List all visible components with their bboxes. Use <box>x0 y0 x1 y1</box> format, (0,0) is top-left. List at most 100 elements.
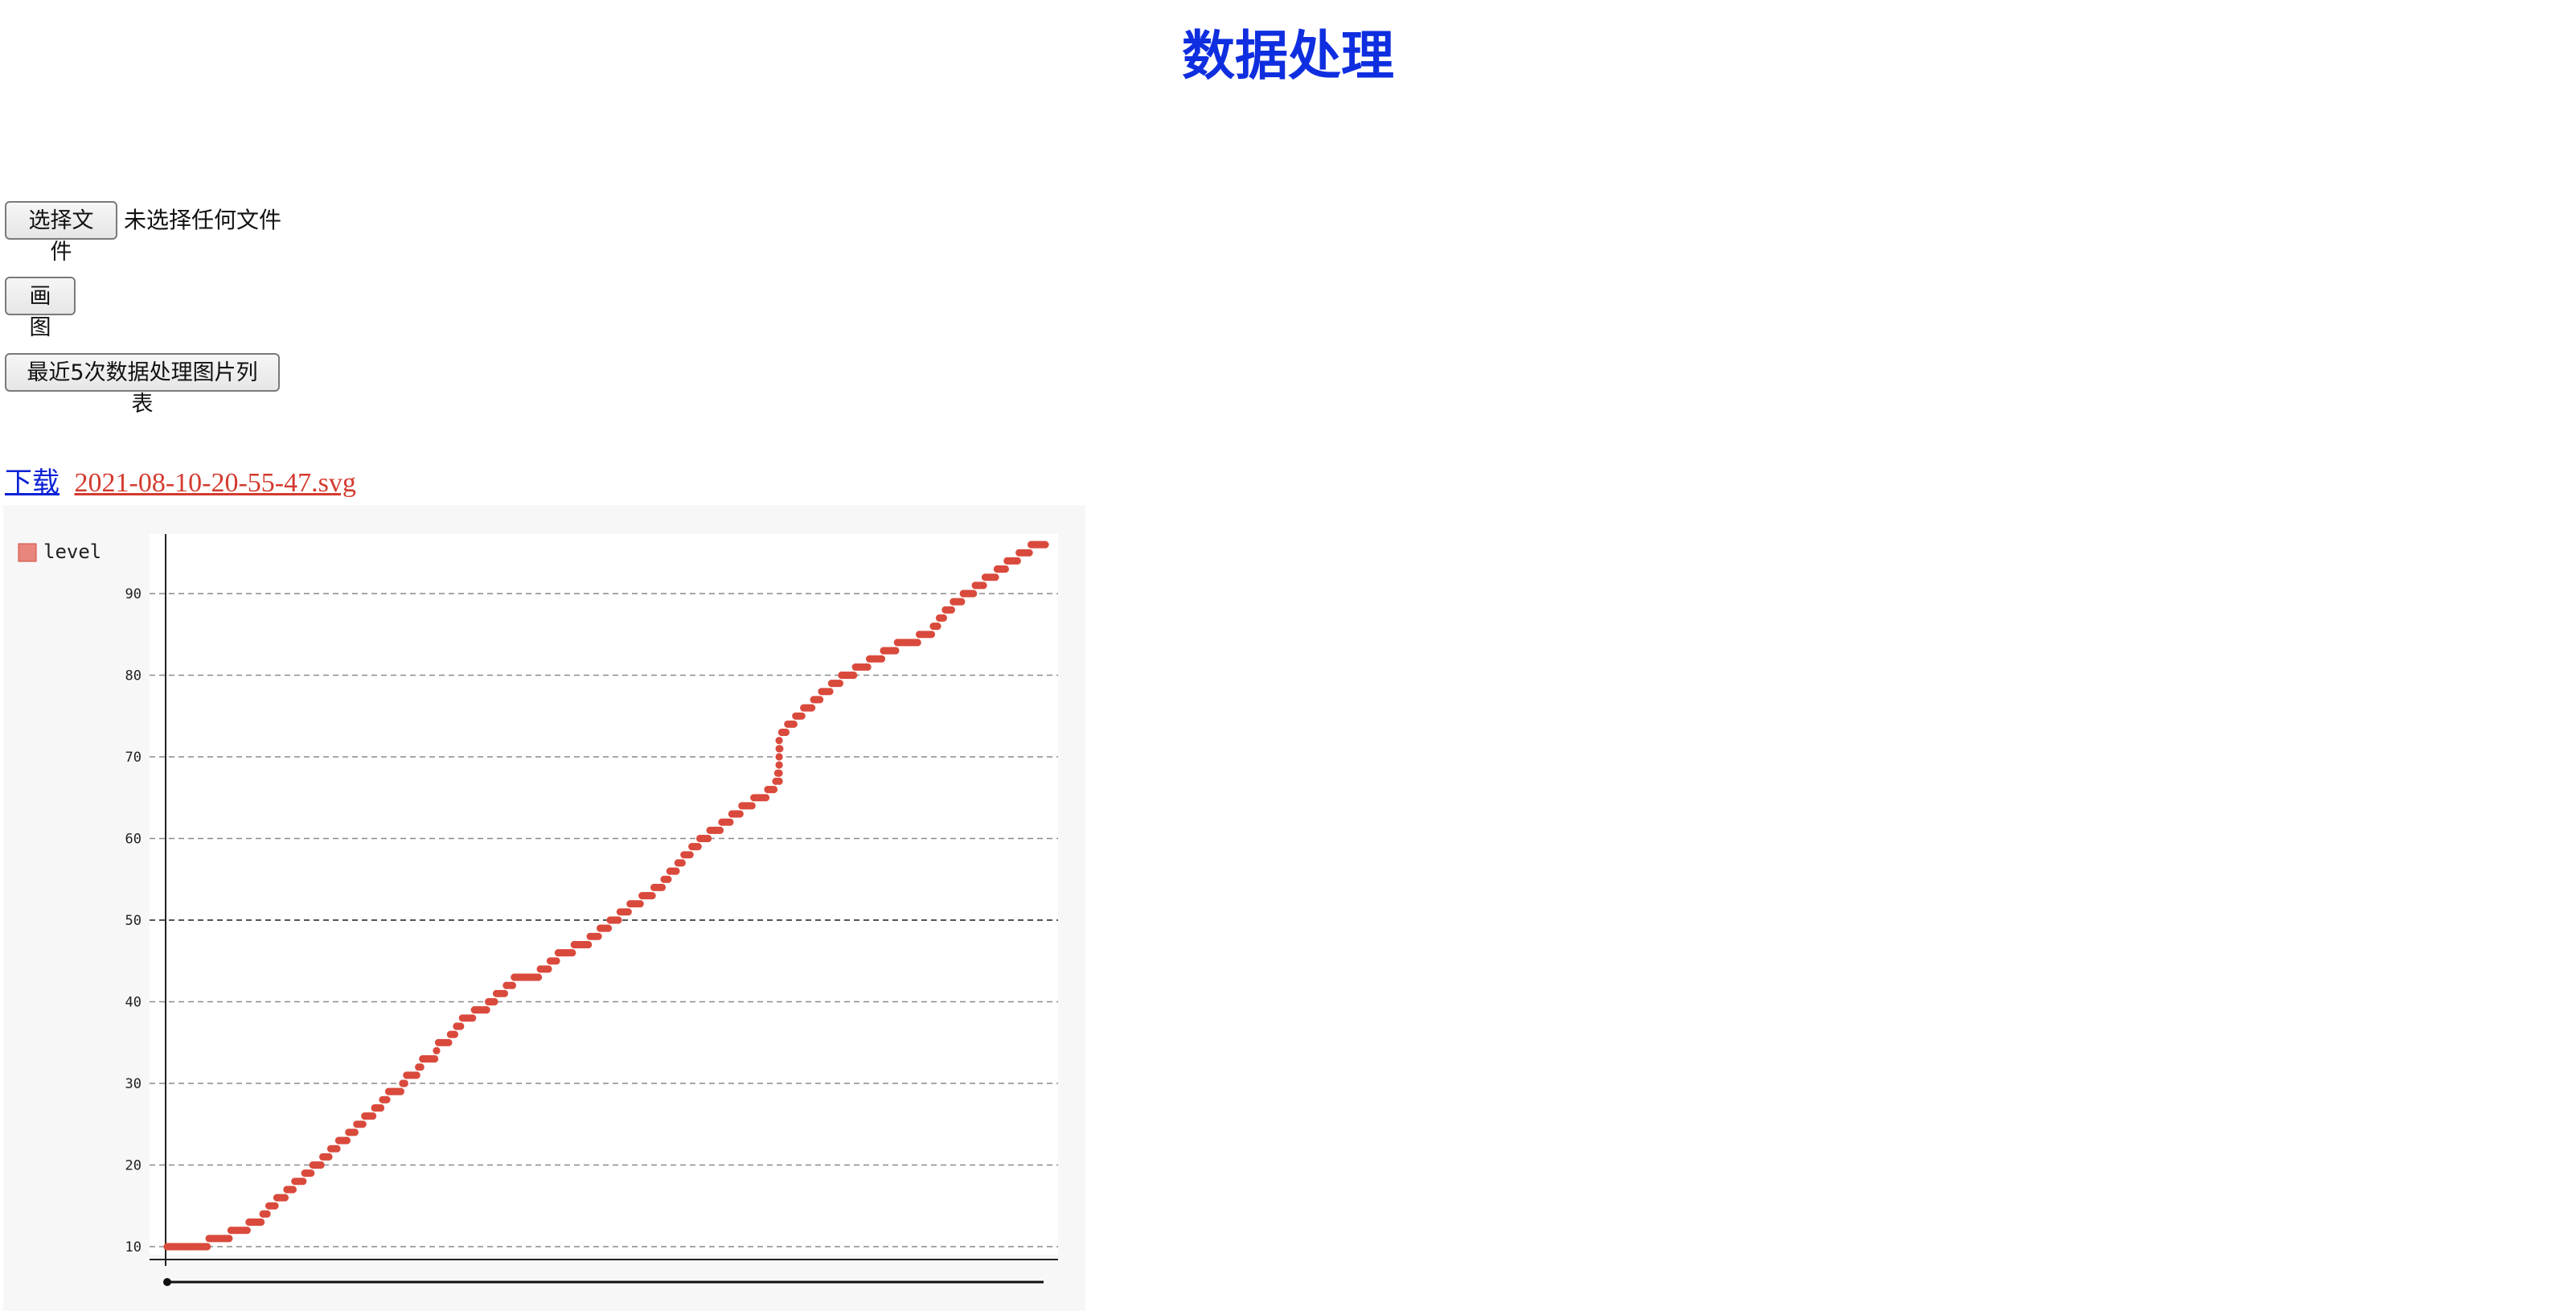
data-point <box>863 663 872 671</box>
data-point <box>299 1177 307 1186</box>
data-point <box>431 1054 439 1063</box>
y-tick-label: 50 <box>125 913 142 929</box>
data-point <box>850 671 858 680</box>
data-point <box>958 598 966 606</box>
data-point <box>585 940 593 949</box>
data-point <box>636 900 644 908</box>
data-point <box>761 794 770 802</box>
data-point <box>552 957 560 965</box>
y-tick-label: 90 <box>125 586 142 602</box>
data-point <box>307 1169 315 1177</box>
data-point <box>343 1136 351 1145</box>
data-point <box>450 1030 459 1038</box>
data-point <box>359 1120 367 1128</box>
data-point <box>790 720 798 728</box>
data-point <box>469 1014 477 1022</box>
data-point <box>614 916 622 924</box>
data-point <box>271 1202 279 1210</box>
data-point <box>1041 540 1049 549</box>
data-point <box>939 614 947 622</box>
data-point <box>913 639 921 647</box>
data-point <box>400 1079 408 1087</box>
data-point <box>289 1186 297 1194</box>
data-point <box>257 1218 265 1227</box>
data-point <box>445 1038 453 1046</box>
data-point <box>835 680 843 688</box>
data-point <box>775 769 783 777</box>
choose-file-button[interactable]: 选择文件 <box>5 201 117 265</box>
data-point <box>716 826 724 834</box>
data-point <box>748 802 756 810</box>
data-point <box>416 1063 425 1071</box>
data-point <box>775 745 783 753</box>
data-point <box>947 606 955 614</box>
page-title: 数据处理 <box>1182 25 1394 87</box>
data-point <box>686 851 694 859</box>
data-point <box>672 867 680 875</box>
data-point <box>781 728 790 737</box>
data-point <box>1013 557 1021 565</box>
data-point <box>377 1103 385 1112</box>
data-point <box>979 582 987 590</box>
data-point <box>664 875 672 883</box>
data-point <box>333 1145 341 1153</box>
data-point <box>263 1210 271 1218</box>
download-link[interactable]: 下载 <box>5 468 59 498</box>
legend-swatch <box>18 543 37 562</box>
data-point <box>694 843 702 851</box>
data-point <box>775 777 783 785</box>
plot-background <box>150 534 1058 1255</box>
data-point <box>225 1235 233 1243</box>
data-point <box>704 834 712 843</box>
data-point <box>816 696 824 704</box>
recent-images-list-button[interactable]: 最近5次数据处理图片列表 <box>5 353 280 417</box>
data-point <box>624 908 632 916</box>
data-point <box>991 573 999 582</box>
data-point <box>433 1046 441 1054</box>
chart-area: 10 20 30 40 50 60 70 80 90 level <box>3 505 1085 1311</box>
data-point <box>933 623 941 631</box>
data-point <box>508 981 517 989</box>
data-point <box>892 647 900 655</box>
data-point <box>808 704 816 712</box>
y-tick-label: 10 <box>125 1239 142 1256</box>
data-point <box>1001 565 1009 573</box>
data-point <box>203 1243 211 1251</box>
data-point <box>281 1194 289 1202</box>
data-point <box>457 1022 465 1030</box>
data-point <box>243 1227 251 1235</box>
data-point <box>369 1112 377 1120</box>
y-tick-label: 20 <box>125 1158 142 1174</box>
data-point <box>736 810 744 818</box>
download-row: 下载 2021-08-10-20-55-47.svg <box>5 465 356 502</box>
data-point <box>648 892 656 900</box>
data-point <box>775 753 783 761</box>
data-point <box>775 737 783 745</box>
data-point <box>726 818 734 826</box>
data-point <box>877 655 886 663</box>
svg-file-link[interactable]: 2021-08-10-20-55-47.svg <box>75 468 356 498</box>
data-point <box>594 932 602 940</box>
data-point <box>1025 549 1033 557</box>
data-point <box>396 1087 404 1095</box>
data-point <box>568 949 576 957</box>
y-tick-label: 60 <box>125 832 142 848</box>
data-point <box>317 1161 325 1169</box>
draw-button[interactable]: 画图 <box>5 277 76 340</box>
data-point <box>775 761 783 769</box>
y-tick-label: 80 <box>125 668 142 684</box>
y-tick-label: 40 <box>125 995 142 1011</box>
data-point <box>970 590 978 598</box>
data-point <box>482 1006 490 1014</box>
data-point <box>544 965 552 973</box>
x-range-handle <box>163 1278 171 1286</box>
data-point <box>535 973 543 981</box>
data-point <box>490 997 498 1006</box>
data-point <box>383 1095 391 1103</box>
data-point <box>927 631 936 639</box>
data-point <box>500 989 509 997</box>
data-point <box>658 883 667 891</box>
data-point <box>325 1153 333 1161</box>
data-point <box>351 1128 359 1136</box>
level-chart: 10 20 30 40 50 60 70 80 90 level <box>18 534 1058 1286</box>
